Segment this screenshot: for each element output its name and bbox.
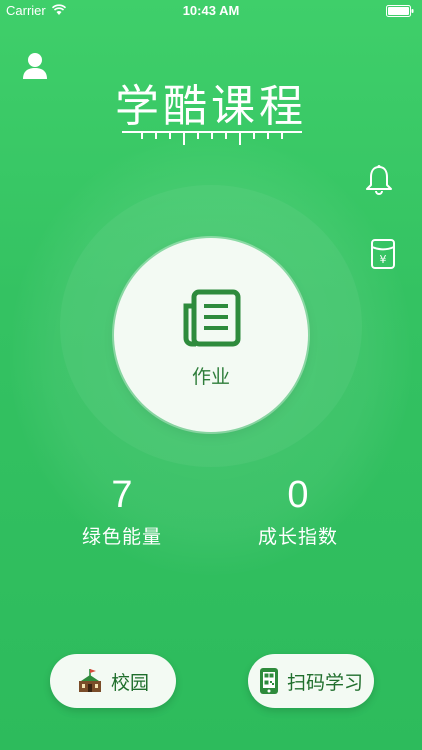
growth-index-value: 0 xyxy=(287,474,309,516)
campus-icon xyxy=(78,669,101,692)
svg-text:¥: ¥ xyxy=(380,253,387,266)
homework-icon xyxy=(183,289,241,347)
campus-button[interactable]: 校园 xyxy=(50,654,176,708)
scan-study-button[interactable]: 扫码学习 xyxy=(248,654,374,708)
status-time: 10:43 AM xyxy=(182,3,240,18)
green-energy-stat: 7 绿色能量 xyxy=(52,472,192,549)
scan-phone-icon xyxy=(259,668,278,694)
scan-study-label: 扫码学习 xyxy=(286,671,363,694)
battery-icon xyxy=(386,5,414,17)
campus-label: 校园 xyxy=(110,671,149,694)
homework-button[interactable]: 作业 xyxy=(114,238,308,432)
bell-icon[interactable] xyxy=(364,164,394,196)
page-title: 学酷课程 xyxy=(115,81,307,132)
title-ruler-decoration xyxy=(122,131,302,145)
growth-index-stat: 0 成长指数 xyxy=(228,472,368,549)
wallet-icon[interactable]: ¥ xyxy=(370,238,396,270)
homework-label: 作业 xyxy=(191,366,230,388)
status-bar: Carrier 10:43 AM xyxy=(0,0,422,22)
growth-index-label: 成长指数 xyxy=(257,526,338,548)
green-energy-label: 绿色能量 xyxy=(81,526,162,548)
green-energy-value: 7 xyxy=(111,474,133,516)
